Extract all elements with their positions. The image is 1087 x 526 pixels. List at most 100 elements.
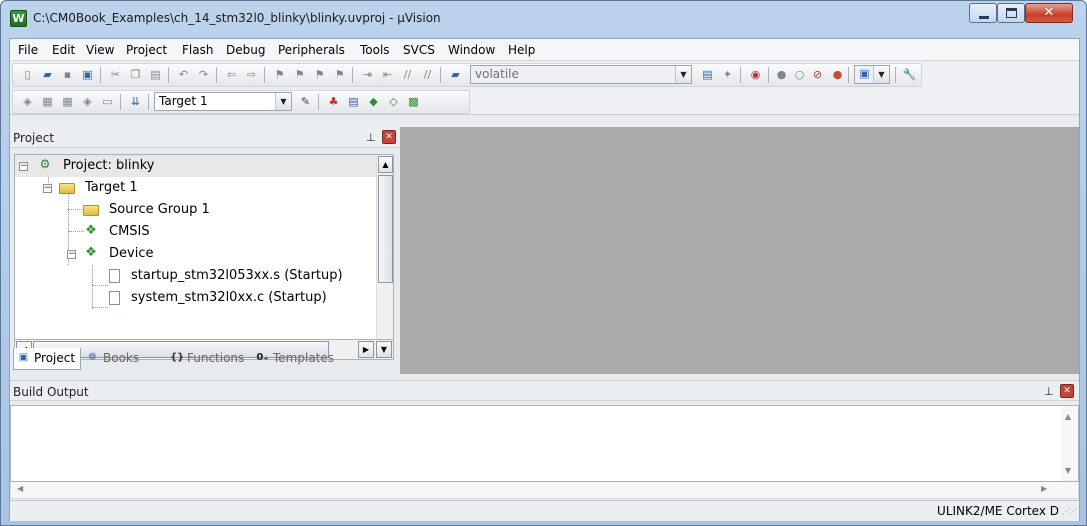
uvision-app-icon[interactable]: W [10, 10, 27, 27]
tree-item-label: Device [109, 246, 154, 261]
open-file-icon[interactable]: ▰ [40, 68, 55, 82]
menu-file[interactable]: File [18, 43, 38, 57]
chevron-down-icon[interactable]: ▼ [675, 66, 691, 83]
menu-project[interactable]: Project [126, 43, 167, 57]
close-panel-button[interactable]: ✕ [382, 130, 396, 144]
chevron-down-icon[interactable]: ▼ [873, 66, 889, 83]
save-icon[interactable]: ▪ [60, 68, 75, 82]
menu-flash[interactable]: Flash [182, 43, 213, 57]
uncomment-icon[interactable]: // [420, 68, 435, 82]
unindent-icon[interactable]: ⇤ [380, 68, 395, 82]
tree-item-startup-file[interactable]: startup_stm32l053xx.s (Startup) [15, 265, 377, 287]
file-extensions-icon[interactable]: ♣ [326, 95, 341, 109]
undo-icon[interactable]: ↶ [176, 68, 191, 82]
manage-components-icon[interactable]: ▤ [346, 95, 361, 109]
close-panel-button[interactable]: ✕ [1060, 384, 1074, 398]
toolbar-separator [895, 67, 896, 83]
comment-icon[interactable]: // [400, 68, 415, 82]
target-combo-value: Target 1 [159, 94, 208, 108]
layout-icon: ▣ [859, 67, 870, 80]
insert-breakpoint-icon[interactable]: ● [774, 68, 789, 82]
tree-item-device[interactable]: − ❖ Device [15, 243, 377, 265]
run-time-environment-icon[interactable]: ◆ [366, 95, 381, 109]
menu-svcs[interactable]: SVCS [403, 43, 435, 57]
copy-icon[interactable]: ❐ [128, 68, 143, 82]
close-window-button[interactable]: ✕ [1025, 3, 1073, 23]
minimize-button[interactable] [969, 3, 997, 23]
tree-item-system-file[interactable]: system_stm32l0xx.c (Startup) [15, 287, 377, 309]
title-bar[interactable]: W C:\CM0Book_Examples\ch_14_stm32l0_blin… [1, 1, 1086, 37]
indent-icon[interactable]: ⇥ [360, 68, 375, 82]
menu-tools[interactable]: Tools [360, 43, 390, 57]
pin-icon[interactable]: ⊥ [366, 131, 376, 144]
scroll-left-icon[interactable]: ◀ [17, 484, 23, 493]
functions-icon: {} [170, 352, 185, 363]
tab-functions[interactable]: {} Functions [167, 348, 251, 370]
tree-item-project[interactable]: − ⚙ Project: blinky [15, 155, 377, 177]
build-output-vertical-scrollbar[interactable]: ▲ ▼ [1061, 406, 1078, 481]
redo-icon[interactable]: ↷ [196, 68, 211, 82]
build-output-text[interactable]: ▲ ▼ [10, 405, 1079, 482]
tree-item-target[interactable]: − Target 1 [15, 177, 377, 199]
chevron-down-icon[interactable]: ▼ [275, 93, 291, 110]
rebuild-icon[interactable]: ▦ [60, 95, 75, 109]
target-folder-icon [59, 183, 75, 194]
clear-bookmarks-icon[interactable]: ⚑ [332, 68, 347, 82]
target-options-icon[interactable]: ✎ [298, 95, 313, 109]
tab-books[interactable]: ❁ Books [83, 348, 165, 370]
select-software-packs-icon[interactable]: ◇ [386, 95, 401, 109]
translate-icon[interactable]: ◈ [20, 95, 35, 109]
target-combo[interactable]: Target 1 ▼ [154, 92, 292, 111]
menu-window[interactable]: Window [448, 43, 495, 57]
resize-grip-icon[interactable]: ⋰⋰ [1062, 507, 1077, 516]
collapse-icon[interactable]: − [43, 184, 52, 193]
collapse-icon[interactable]: − [67, 250, 76, 259]
menu-edit[interactable]: Edit [52, 43, 75, 57]
pin-icon[interactable]: ⊥ [1044, 385, 1054, 398]
file-toolbar: ▯ ▰ ▪ ▣ ✂ ❐ ▤ ↶ ↷ ⇦ ⇨ ⚑ ⚑ ⚑ ⚑ ⇥ ⇤ // // … [10, 62, 1079, 88]
scroll-up-icon[interactable]: ▲ [1065, 412, 1071, 421]
build-icon[interactable]: ▦ [40, 95, 55, 109]
window-layout-combo[interactable]: ▣ ▼ [854, 65, 890, 84]
paste-icon[interactable]: ▤ [148, 68, 163, 82]
navigate-back-icon[interactable]: ⇦ [224, 68, 239, 82]
scroll-right-icon[interactable]: ▶ [1041, 484, 1047, 493]
tree-vertical-scrollbar[interactable]: ▲ [376, 155, 393, 339]
find-combo[interactable]: volatile ▼ [470, 65, 692, 84]
incremental-find-icon[interactable]: ✦ [720, 68, 735, 82]
next-bookmark-icon[interactable]: ⚑ [312, 68, 327, 82]
scroll-up-icon[interactable]: ▲ [378, 156, 393, 173]
stop-build-icon[interactable]: ▭ [100, 95, 115, 109]
scroll-thumb[interactable] [378, 175, 393, 283]
tab-project[interactable]: ▣ Project [13, 348, 81, 370]
save-all-icon[interactable]: ▣ [80, 68, 95, 82]
enable-breakpoint-icon[interactable]: ○ [792, 68, 807, 82]
insert-bookmark-icon[interactable]: ⚑ [272, 68, 287, 82]
batch-build-icon[interactable]: ◈ [80, 95, 95, 109]
kill-breakpoints-icon[interactable]: ● [830, 68, 845, 82]
configure-icon[interactable]: 🔧 [902, 68, 917, 82]
debug-session-icon[interactable]: ◉ [748, 68, 763, 82]
disable-breakpoints-icon[interactable]: ⊘ [810, 68, 825, 82]
navigate-forward-icon[interactable]: ⇨ [244, 68, 259, 82]
tree-item-source-group[interactable]: Source Group 1 [15, 199, 377, 221]
tree-item-cmsis[interactable]: ❖ CMSIS [15, 221, 377, 243]
collapse-icon[interactable]: − [19, 162, 28, 171]
download-icon[interactable]: ⇊ [128, 95, 143, 109]
maximize-button[interactable] [997, 3, 1025, 23]
menu-debug[interactable]: Debug [226, 43, 265, 57]
build-output-horizontal-scrollbar[interactable]: ◀ ▶ [10, 482, 1079, 499]
pack-installer-icon[interactable]: ▩ [406, 95, 421, 109]
find-icon[interactable]: ▤ [700, 68, 715, 82]
menu-peripherals[interactable]: Peripherals [278, 43, 345, 57]
new-file-icon[interactable]: ▯ [20, 68, 35, 82]
toolbar-separator [148, 94, 149, 110]
find-in-files-icon[interactable]: ▰ [448, 68, 463, 82]
scroll-down-icon[interactable]: ▼ [1065, 466, 1071, 475]
tab-templates[interactable]: 0₊ Templates [253, 348, 349, 370]
menu-help[interactable]: Help [508, 43, 535, 57]
editor-area[interactable] [400, 127, 1079, 374]
cut-icon[interactable]: ✂ [108, 68, 123, 82]
previous-bookmark-icon[interactable]: ⚑ [292, 68, 307, 82]
menu-view[interactable]: View [86, 43, 114, 57]
